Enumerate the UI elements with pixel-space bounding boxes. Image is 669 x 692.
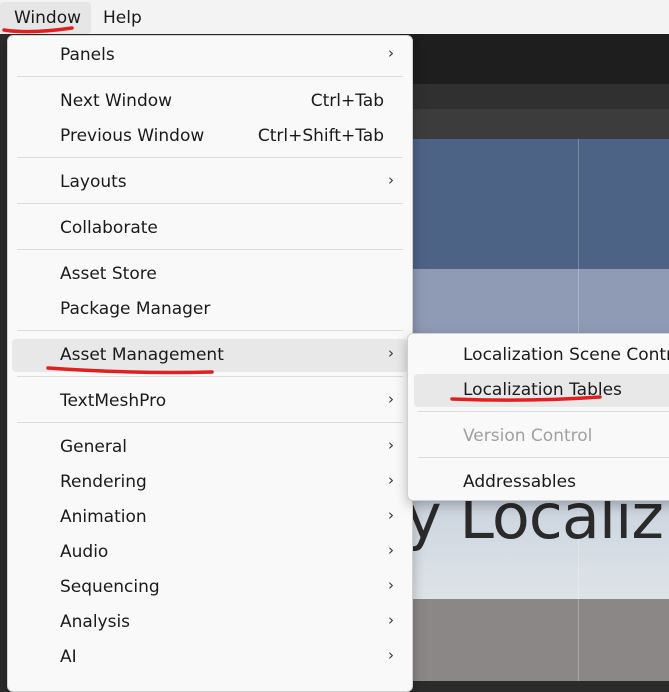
window-menu: Panels › Next Window Ctrl+Tab Previous W… (7, 35, 413, 692)
menu-separator (17, 330, 403, 331)
menu-item-label: Previous Window (60, 126, 205, 146)
menu-item-shortcut: Ctrl+Shift+Tab (257, 126, 384, 146)
asset-management-submenu: Localization Scene Controls Localization… (407, 333, 669, 501)
menu-item-shortcut: Ctrl+Tab (310, 91, 384, 111)
menu-separator (17, 376, 403, 377)
menu-item-label: Sequencing (60, 577, 160, 597)
chevron-right-icon: › (388, 390, 394, 408)
submenu-item-version-control: Version Control (414, 420, 669, 453)
menu-item-panels[interactable]: Panels › (12, 39, 408, 72)
chevron-right-icon: › (388, 436, 394, 454)
chevron-right-icon: › (388, 344, 394, 362)
chevron-right-icon: › (388, 646, 394, 664)
submenu-item-localization-tables[interactable]: Localization Tables (414, 374, 669, 407)
menu-separator (418, 457, 669, 458)
submenu-item-addressables[interactable]: Addressables (414, 466, 669, 499)
menu-item-label: General (60, 437, 127, 457)
menu-item-audio[interactable]: Audio › (12, 536, 408, 569)
chevron-right-icon: › (388, 611, 394, 629)
chevron-right-icon: › (388, 171, 394, 189)
menubar: Window Help (0, 0, 669, 34)
menu-item-label: AI (60, 647, 77, 667)
menu-item-label: Asset Store (60, 264, 157, 284)
menu-separator (17, 76, 403, 77)
menu-item-collaborate[interactable]: Collaborate (12, 212, 408, 245)
scene-view-horizon (400, 269, 669, 339)
menu-item-asset-store[interactable]: Asset Store (12, 258, 408, 291)
menu-item-animation[interactable]: Animation › (12, 501, 408, 534)
menu-item-label: Asset Management (60, 345, 224, 365)
scene-view-sky (400, 139, 669, 269)
menu-item-textmeshpro[interactable]: TextMeshPro › (12, 385, 408, 418)
menu-item-label: Layouts (60, 172, 127, 192)
menu-separator (17, 249, 403, 250)
menu-item-label: TextMeshPro (60, 391, 167, 411)
menu-separator (418, 411, 669, 412)
menu-item-analysis[interactable]: Analysis › (12, 606, 408, 639)
menu-separator (17, 157, 403, 158)
menu-item-sequencing[interactable]: Sequencing › (12, 571, 408, 604)
scene-view-floor (400, 599, 669, 681)
menu-item-asset-management[interactable]: Asset Management › (12, 339, 408, 372)
chevron-right-icon: › (388, 541, 394, 559)
menu-item-label: Analysis (60, 612, 131, 632)
editor-toolbar-dark (400, 34, 669, 84)
menu-item-previous-window[interactable]: Previous Window Ctrl+Shift+Tab (12, 120, 408, 153)
menu-item-rendering[interactable]: Rendering › (12, 466, 408, 499)
submenu-item-label: Version Control (463, 426, 593, 446)
submenu-item-label: Localization Tables (463, 380, 622, 400)
menu-item-label: Audio (60, 542, 109, 562)
menu-item-label: Animation (60, 507, 147, 527)
editor-tab-bar (400, 109, 669, 139)
menu-item-label: Next Window (60, 91, 173, 111)
submenu-item-label: Addressables (463, 472, 576, 492)
menu-item-label: Panels (60, 45, 115, 65)
submenu-item-label: Localization Scene Controls (463, 345, 669, 365)
menu-separator (17, 203, 403, 204)
chevron-right-icon: › (388, 471, 394, 489)
chevron-right-icon: › (388, 44, 394, 62)
menu-item-next-window[interactable]: Next Window Ctrl+Tab (12, 85, 408, 118)
menu-item-label: Package Manager (60, 299, 211, 319)
editor-toolbar (400, 84, 669, 109)
menu-item-general[interactable]: General › (12, 431, 408, 464)
chevron-right-icon: › (388, 576, 394, 594)
menu-item-label: Rendering (60, 472, 147, 492)
chevron-right-icon: › (388, 506, 394, 524)
menu-item-ai[interactable]: AI › (12, 641, 408, 674)
menu-item-layouts[interactable]: Layouts › (12, 166, 408, 199)
menubar-help[interactable]: Help (103, 8, 142, 28)
menu-item-label: Collaborate (60, 218, 158, 238)
menu-item-package-manager[interactable]: Package Manager (12, 293, 408, 326)
submenu-item-localization-scene-controls[interactable]: Localization Scene Controls (414, 339, 669, 372)
menu-separator (17, 422, 403, 423)
menubar-window[interactable]: Window (14, 8, 81, 28)
